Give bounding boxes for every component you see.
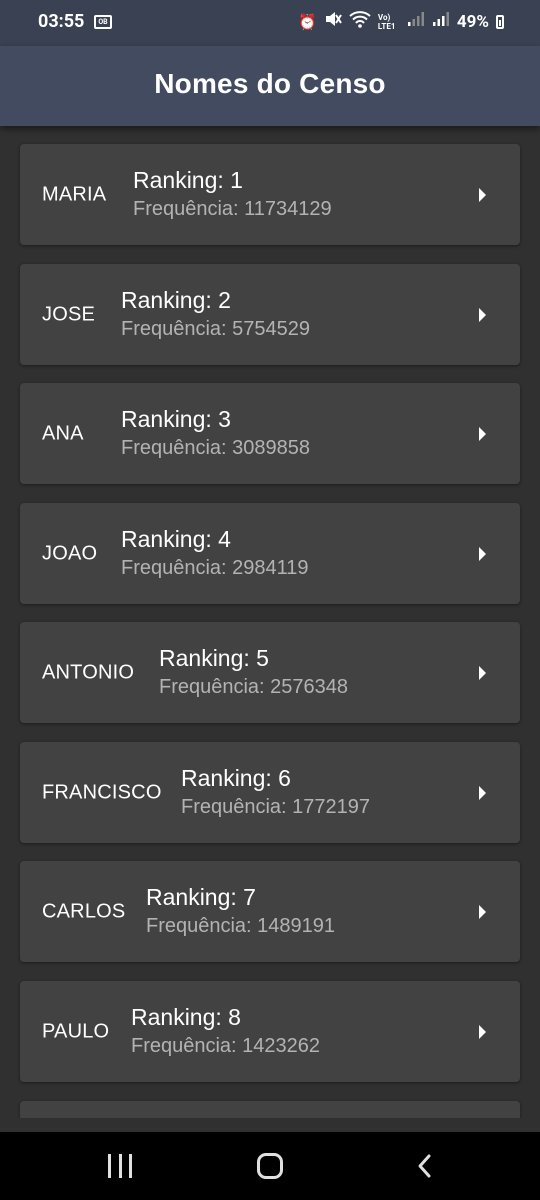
page-title: Nomes do Censo — [154, 68, 386, 99]
frequency-label: Frequência: 11734129 — [133, 198, 332, 220]
list-item[interactable]: MARIA Ranking: 1 Frequência: 11734129 — [20, 144, 520, 245]
arrow-right-icon — [479, 1024, 486, 1039]
name-label: FRANCISCO — [42, 781, 162, 803]
mute-icon — [324, 10, 342, 33]
wifi-icon — [349, 10, 371, 33]
card-details: Ranking: 1 Frequência: 11734129 — [133, 166, 332, 222]
card-details: Ranking: 8 Frequência: 1423262 — [131, 1003, 320, 1059]
names-list[interactable]: MARIA Ranking: 1 Frequência: 11734129 JO… — [0, 126, 540, 1118]
arrow-right-icon — [479, 426, 486, 441]
name-label: CARLOS — [42, 900, 126, 922]
frequency-label: Frequência: 2576348 — [159, 676, 349, 698]
frequency-label: Frequência: 3089858 — [121, 437, 311, 459]
status-time: 03:55 — [38, 11, 85, 32]
frequency-label: Frequência: 1489191 — [146, 915, 336, 937]
notification-badge-icon: OB — [94, 15, 112, 29]
ranking-label: Ranking: 5 — [159, 645, 269, 671]
name-label: JOSE — [42, 303, 96, 325]
list-item[interactable] — [20, 1101, 520, 1118]
arrow-right-icon — [479, 904, 486, 919]
arrow-right-icon — [479, 665, 486, 680]
recent-apps-icon[interactable] — [108, 1154, 132, 1178]
arrow-right-icon — [479, 187, 486, 202]
name-label: ANA — [42, 422, 84, 444]
card-details: Ranking: 3 Frequência: 3089858 — [121, 405, 310, 461]
ranking-label: Ranking: 6 — [181, 765, 291, 791]
name-label: JOAO — [42, 542, 98, 564]
status-bar: 03:55 OB ⏰ Vo) LTE1 49% — [0, 0, 540, 46]
ranking-label: Ranking: 1 — [133, 167, 243, 193]
volte-icon: Vo) LTE1 — [377, 12, 396, 31]
battery-icon — [496, 14, 504, 29]
app-bar: Nomes do Censo — [0, 46, 540, 126]
name-label: MARIA — [42, 183, 107, 205]
list-item[interactable]: CARLOS Ranking: 7 Frequência: 1489191 — [20, 861, 520, 962]
arrow-right-icon — [479, 546, 486, 561]
ranking-label: Ranking: 3 — [121, 406, 231, 432]
list-item[interactable]: JOAO Ranking: 4 Frequência: 2984119 — [20, 503, 520, 604]
name-label: ANTONIO — [42, 661, 135, 683]
card-details: Ranking: 7 Frequência: 1489191 — [146, 883, 335, 939]
card-details: Ranking: 4 Frequência: 2984119 — [121, 525, 309, 581]
frequency-label: Frequência: 1772197 — [181, 796, 371, 818]
list-item[interactable]: ANTONIO Ranking: 5 Frequência: 2576348 — [20, 622, 520, 723]
back-icon[interactable] — [412, 1152, 440, 1180]
card-details: Ranking: 5 Frequência: 2576348 — [159, 644, 348, 700]
arrow-right-icon — [479, 307, 486, 322]
battery-percent: 49% — [456, 11, 489, 32]
frequency-label: Frequência: 2984119 — [121, 557, 309, 579]
name-label: PAULO — [42, 1020, 110, 1042]
frequency-label: Frequência: 1423262 — [131, 1035, 321, 1057]
list-item[interactable]: PAULO Ranking: 8 Frequência: 1423262 — [20, 981, 520, 1082]
ranking-label: Ranking: 7 — [146, 884, 256, 910]
card-details: Ranking: 2 Frequência: 5754529 — [121, 286, 310, 342]
ranking-label: Ranking: 4 — [121, 526, 231, 552]
list-item[interactable]: FRANCISCO Ranking: 6 Frequência: 1772197 — [20, 742, 520, 843]
arrow-right-icon — [479, 785, 486, 800]
signal-icon — [432, 11, 450, 32]
ranking-label: Ranking: 2 — [121, 287, 231, 313]
home-icon[interactable] — [257, 1153, 283, 1179]
signal-icon — [407, 11, 425, 32]
navigation-bar — [0, 1132, 540, 1200]
status-icons: ⏰ Vo) LTE1 49% — [298, 10, 504, 33]
alarm-icon: ⏰ — [298, 12, 317, 31]
frequency-label: Frequência: 5754529 — [121, 318, 311, 340]
list-item[interactable]: ANA Ranking: 3 Frequência: 3089858 — [20, 383, 520, 484]
ranking-label: Ranking: 8 — [131, 1004, 241, 1030]
card-details: Ranking: 6 Frequência: 1772197 — [181, 764, 370, 820]
list-item[interactable]: JOSE Ranking: 2 Frequência: 5754529 — [20, 264, 520, 365]
